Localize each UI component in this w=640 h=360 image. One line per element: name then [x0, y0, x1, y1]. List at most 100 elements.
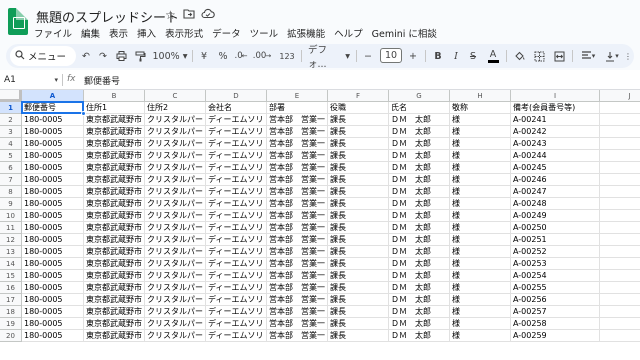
cell-f15[interactable]: 課長 — [328, 270, 389, 282]
cell-d6[interactable]: ディーエムソリ — [206, 162, 267, 174]
cell-e12[interactable]: 営本部 営業一 — [267, 234, 328, 246]
cell-j11[interactable] — [600, 222, 640, 234]
cell-f16[interactable]: 課長 — [328, 282, 389, 294]
cell-i18[interactable]: A-00257 — [511, 306, 600, 318]
cell-e18[interactable]: 営本部 営業一 — [267, 306, 328, 318]
strikethrough-button[interactable]: S — [467, 48, 479, 64]
cell-g4[interactable]: ＤＭ 太郎 — [389, 138, 450, 150]
cell-h16[interactable]: 様 — [450, 282, 511, 294]
row-header-19[interactable]: 19 — [0, 318, 22, 330]
column-header-d[interactable]: D — [206, 90, 267, 102]
more-tools-icon[interactable]: ⋮ — [624, 48, 632, 64]
menu-file[interactable]: ファイル — [34, 26, 72, 40]
cell-h6[interactable]: 様 — [450, 162, 511, 174]
cell-j15[interactable] — [600, 270, 640, 282]
cell-d11[interactable]: ディーエムソリ — [206, 222, 267, 234]
menu-insert[interactable]: 挿入 — [137, 26, 156, 40]
cell-c4[interactable]: クリスタルパー — [145, 138, 206, 150]
cell-j14[interactable] — [600, 258, 640, 270]
cell-b3[interactable]: 東京都武蔵野市 — [84, 126, 145, 138]
cell-a11[interactable]: 180-0005 — [22, 222, 84, 234]
cell-c19[interactable]: クリスタルパー — [145, 318, 206, 330]
row-header-20[interactable]: 20 — [0, 330, 22, 342]
cell-a18[interactable]: 180-0005 — [22, 306, 84, 318]
cell-e6[interactable]: 営本部 営業一 — [267, 162, 328, 174]
menu-view[interactable]: 表示 — [109, 26, 128, 40]
row-header-8[interactable]: 8 — [0, 186, 22, 198]
cell-d3[interactable]: ディーエムソリ — [206, 126, 267, 138]
cell-e15[interactable]: 営本部 営業一 — [267, 270, 328, 282]
cell-e20[interactable]: 営本部 営業一 — [267, 330, 328, 342]
cell-j5[interactable] — [600, 150, 640, 162]
cell-j8[interactable] — [600, 186, 640, 198]
cell-j16[interactable] — [600, 282, 640, 294]
increase-font-size-button[interactable]: + — [407, 48, 419, 64]
cell-j17[interactable] — [600, 294, 640, 306]
cell-d16[interactable]: ディーエムソリ — [206, 282, 267, 294]
cell-g9[interactable]: ＤＭ 太郎 — [389, 198, 450, 210]
cell-a4[interactable]: 180-0005 — [22, 138, 84, 150]
cell-j3[interactable] — [600, 126, 640, 138]
cell-f5[interactable]: 課長 — [328, 150, 389, 162]
cell-h18[interactable]: 様 — [450, 306, 511, 318]
cell-j9[interactable] — [600, 198, 640, 210]
cell-c17[interactable]: クリスタルパー — [145, 294, 206, 306]
row-header-2[interactable]: 2 — [0, 114, 22, 126]
menu-edit[interactable]: 編集 — [81, 26, 100, 40]
cell-h11[interactable]: 様 — [450, 222, 511, 234]
cell-g6[interactable]: ＤＭ 太郎 — [389, 162, 450, 174]
cell-h19[interactable]: 様 — [450, 318, 511, 330]
cell-g3[interactable]: ＤＭ 太郎 — [389, 126, 450, 138]
vertical-align-icon[interactable]: ▾ — [602, 48, 622, 64]
cell-a8[interactable]: 180-0005 — [22, 186, 84, 198]
document-title[interactable]: 無題のスプレッドシート — [36, 7, 179, 26]
menu-tools[interactable]: ツール — [250, 26, 279, 40]
cell-e2[interactable]: 営本部 営業一 — [267, 114, 328, 126]
percent-format-button[interactable]: % — [218, 48, 228, 64]
cell-b17[interactable]: 東京都武蔵野市 — [84, 294, 145, 306]
cell-j4[interactable] — [600, 138, 640, 150]
cell-h10[interactable]: 様 — [450, 210, 511, 222]
spreadsheet-grid[interactable]: A B C D E F G H I J 1 2 3 4 5 6 7 8 9 10 11 12 13 14 15 16 17 18 19 2… — [0, 90, 640, 360]
cell-b18[interactable]: 東京都武蔵野市 — [84, 306, 145, 318]
cell-f18[interactable]: 課長 — [328, 306, 389, 318]
cell-h9[interactable]: 様 — [450, 198, 511, 210]
column-header-c[interactable]: C — [145, 90, 206, 102]
cell-a14[interactable]: 180-0005 — [22, 258, 84, 270]
cell-j6[interactable] — [600, 162, 640, 174]
cell-h8[interactable]: 様 — [450, 186, 511, 198]
cell-i8[interactable]: A-00247 — [511, 186, 600, 198]
column-header-j[interactable]: J — [600, 90, 640, 102]
cell-b19[interactable]: 東京都武蔵野市 — [84, 318, 145, 330]
cell-b14[interactable]: 東京都武蔵野市 — [84, 258, 145, 270]
font-family-select[interactable]: デフォ... ▾ — [308, 45, 350, 70]
cell-f6[interactable]: 課長 — [328, 162, 389, 174]
row-header-13[interactable]: 13 — [0, 246, 22, 258]
cell-f3[interactable]: 課長 — [328, 126, 389, 138]
cell-b7[interactable]: 東京都武蔵野市 — [84, 174, 145, 186]
decrease-decimal-button[interactable]: .0 ← — [234, 48, 248, 64]
cell-i6[interactable]: A-00245 — [511, 162, 600, 174]
print-icon[interactable] — [114, 48, 128, 64]
row-header-17[interactable]: 17 — [0, 294, 22, 306]
cell-e4[interactable]: 営本部 営業一 — [267, 138, 328, 150]
cell-a15[interactable]: 180-0005 — [22, 270, 84, 282]
cell-f12[interactable]: 課長 — [328, 234, 389, 246]
header-cell-a[interactable]: 郵便番号 — [22, 102, 84, 114]
row-header-4[interactable]: 4 — [0, 138, 22, 150]
cell-g8[interactable]: ＤＭ 太郎 — [389, 186, 450, 198]
cell-g11[interactable]: ＤＭ 太郎 — [389, 222, 450, 234]
paint-format-icon[interactable] — [133, 48, 147, 64]
row-header-10[interactable]: 10 — [0, 210, 22, 222]
column-header-i[interactable]: I — [511, 90, 600, 102]
cell-i5[interactable]: A-00244 — [511, 150, 600, 162]
formula-input[interactable]: 郵便番号 — [84, 74, 120, 87]
row-header-5[interactable]: 5 — [0, 150, 22, 162]
decrease-font-size-button[interactable]: − — [362, 48, 374, 64]
cell-e14[interactable]: 営本部 営業一 — [267, 258, 328, 270]
cell-c8[interactable]: クリスタルパー — [145, 186, 206, 198]
cell-i14[interactable]: A-00253 — [511, 258, 600, 270]
cell-c15[interactable]: クリスタルパー — [145, 270, 206, 282]
cell-i7[interactable]: A-00246 — [511, 174, 600, 186]
row-header-6[interactable]: 6 — [0, 162, 22, 174]
